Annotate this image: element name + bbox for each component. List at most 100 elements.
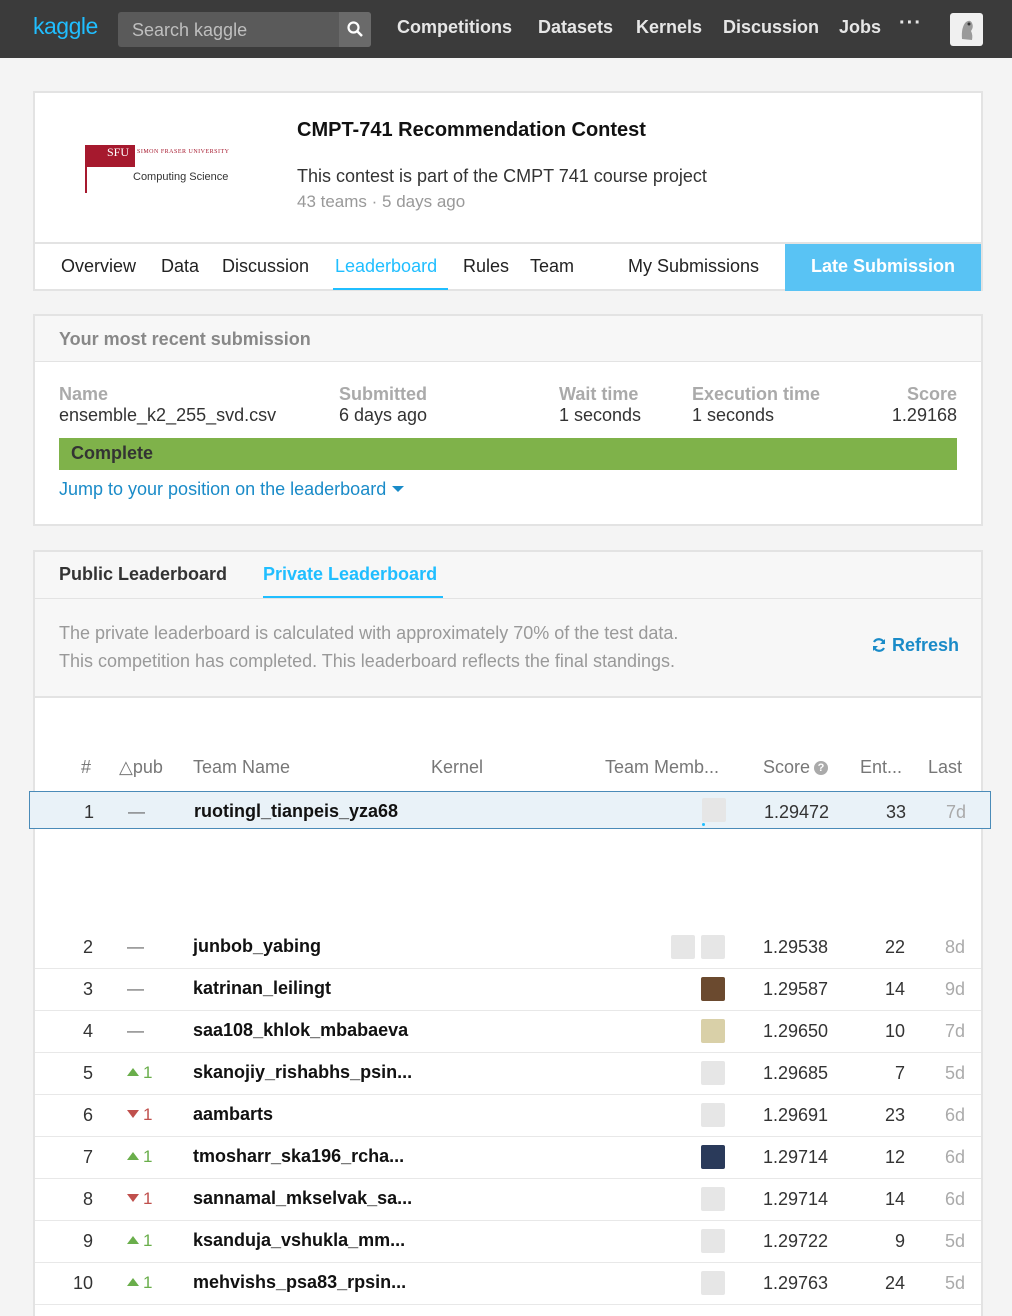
member-avatar[interactable] <box>702 798 726 822</box>
team-name[interactable]: ruotingl_tianpeis_yza68 <box>194 801 398 822</box>
kaggle-logo[interactable]: kaggle <box>33 13 98 40</box>
info-line-2: This competition has completed. This lea… <box>59 651 675 671</box>
submitted-value: 6 days ago <box>339 405 428 425</box>
col-delta[interactable]: △pub <box>119 757 163 778</box>
col-rank: # <box>81 757 92 777</box>
rank: 2 <box>82 937 93 957</box>
entries: 33 <box>885 802 906 822</box>
team-name[interactable]: saa108_khlok_mbabaeva <box>193 1020 408 1041</box>
last: 7d <box>945 802 966 822</box>
entries: 10 <box>884 1021 905 1041</box>
my-table-row[interactable]: 1 — ruotingl_tianpeis_yza68 1.29472 33 7… <box>29 791 991 829</box>
rank: 10 <box>72 1273 93 1293</box>
search-box[interactable]: Search kaggle <box>118 12 371 47</box>
member-avatar[interactable] <box>701 1103 725 1127</box>
tab-data[interactable]: Data <box>161 256 199 277</box>
score: 1.29587 <box>763 979 829 999</box>
table-row[interactable]: 9 1 ksanduja_vshukla_mm... 1.29722 9 5d <box>35 1221 981 1263</box>
rank: 8 <box>82 1189 93 1209</box>
last: 5d <box>944 1273 965 1293</box>
team-name[interactable]: ksanduja_vshukla_mm... <box>193 1230 405 1251</box>
team-name[interactable]: sannamal_mkselvak_sa... <box>193 1188 412 1209</box>
table-row[interactable]: 3 — katrinan_leilingt 1.29587 14 9d <box>35 969 981 1011</box>
entries: 9 <box>894 1231 905 1251</box>
submitted-label: Submitted <box>339 384 427 404</box>
contest-meta: 43 teams · 5 days ago <box>297 192 466 211</box>
member-avatar[interactable] <box>671 935 695 959</box>
help-icon[interactable]: ? <box>814 761 829 775</box>
nav-datasets[interactable]: Datasets <box>538 17 613 38</box>
tab-leaderboard[interactable]: Leaderboard <box>335 256 437 277</box>
leaderboard-card: Public Leaderboard Private Leaderboard T… <box>29 550 991 1316</box>
member-avatar[interactable] <box>701 1271 725 1295</box>
tab-rules[interactable]: Rules <box>463 256 509 277</box>
refresh-button[interactable]: Refresh <box>871 635 959 656</box>
score: 1.29722 <box>763 1231 829 1251</box>
contest-tabs: Overview Data Discussion Leaderboard Rul… <box>35 242 981 291</box>
member-avatar[interactable] <box>701 1019 725 1043</box>
entries: 23 <box>884 1105 905 1125</box>
team-name[interactable]: skanojiy_rishabhs_psin... <box>193 1062 412 1083</box>
recent-submission-card: Your most recent submission Name ensembl… <box>33 314 983 526</box>
tab-team[interactable]: Team <box>530 256 574 277</box>
nav-kernels[interactable]: Kernels <box>636 17 702 38</box>
sfu-logo-name: SIMON FRASER UNIVERSITY <box>137 149 230 155</box>
score: 1.29691 <box>763 1105 829 1125</box>
tab-overview[interactable]: Overview <box>61 256 136 277</box>
nav-discussion[interactable]: Discussion <box>723 17 819 38</box>
col-team-members: Team Memb... <box>605 757 720 777</box>
member-avatar[interactable] <box>701 1145 725 1169</box>
col-score: Score? <box>763 757 829 778</box>
search-icon <box>347 21 363 37</box>
table-row[interactable]: 10 1 mehvishs_psa83_rpsin... 1.29763 24 … <box>35 1263 981 1305</box>
rank: 5 <box>82 1063 93 1083</box>
last: 7d <box>944 1021 965 1041</box>
arrow-up-icon <box>127 1068 139 1076</box>
member-avatar[interactable] <box>701 1229 725 1253</box>
delta: 1 <box>127 1105 177 1125</box>
nav-competitions[interactable]: Competitions <box>397 17 512 38</box>
execution-time-label: Execution time <box>692 384 821 404</box>
search-button[interactable] <box>339 12 371 47</box>
team-name[interactable]: katrinan_leilingt <box>193 978 331 999</box>
active-tab-indicator <box>333 288 448 290</box>
search-input[interactable]: Search kaggle <box>132 20 247 41</box>
col-entries: Ent... <box>860 757 903 777</box>
more-menu-icon[interactable]: ··· <box>899 12 922 35</box>
table-row[interactable]: 2 — junbob_yabing 1.29538 22 8d <box>35 927 981 969</box>
table-row[interactable]: 5 1 skanojiy_rishabhs_psin... 1.29685 7 … <box>35 1053 981 1095</box>
name-value: ensemble_k2_255_svd.csv <box>59 405 277 425</box>
arrow-down-icon <box>127 1194 139 1202</box>
member-avatar[interactable] <box>701 1061 725 1085</box>
sfu-logo-dept: Computing Science <box>133 171 229 183</box>
tab-discussion[interactable]: Discussion <box>222 256 309 277</box>
tab-my-submissions[interactable]: My Submissions <box>628 256 759 277</box>
score: 1.29538 <box>763 937 829 957</box>
table-row[interactable]: 4 — saa108_khlok_mbabaeva 1.29650 10 7d <box>35 1011 981 1053</box>
delta: 1 <box>127 1231 177 1251</box>
top-nav: kaggle Search kaggle Competitions Datase… <box>0 0 1012 58</box>
user-avatar[interactable] <box>950 13 983 46</box>
team-name[interactable]: aambarts <box>193 1104 273 1125</box>
arrow-up-icon <box>127 1278 139 1286</box>
team-name[interactable]: tmosharr_ska196_rcha... <box>193 1146 404 1167</box>
recent-submission-title: Your most recent submission <box>59 329 311 349</box>
entries: 7 <box>894 1063 905 1083</box>
table-row[interactable]: 6 1 aambarts 1.29691 23 6d <box>35 1095 981 1137</box>
arrow-down-icon <box>127 1110 139 1118</box>
table-row[interactable]: 7 1 tmosharr_ska196_rcha... 1.29714 12 6… <box>35 1137 981 1179</box>
team-name[interactable]: mehvishs_psa83_rpsin... <box>193 1272 406 1293</box>
team-name[interactable]: junbob_yabing <box>193 936 321 957</box>
delta: 1 <box>127 1063 177 1083</box>
contest-header: SFU SIMON FRASER UNIVERSITY Computing Sc… <box>33 91 983 291</box>
tab-public-leaderboard[interactable]: Public Leaderboard <box>59 564 227 585</box>
table-row[interactable]: 8 1 sannamal_mkselvak_sa... 1.29714 14 6… <box>35 1179 981 1221</box>
score: 1.29714 <box>763 1147 829 1167</box>
member-avatar[interactable] <box>701 977 725 1001</box>
tab-private-leaderboard[interactable]: Private Leaderboard <box>263 564 437 585</box>
member-avatar[interactable] <box>701 1187 725 1211</box>
member-avatar[interactable] <box>701 935 725 959</box>
nav-jobs[interactable]: Jobs <box>839 17 881 38</box>
late-submission-button[interactable]: Late Submission <box>785 244 981 291</box>
jump-to-position-link[interactable]: Jump to your position on the leaderboard <box>59 479 405 500</box>
